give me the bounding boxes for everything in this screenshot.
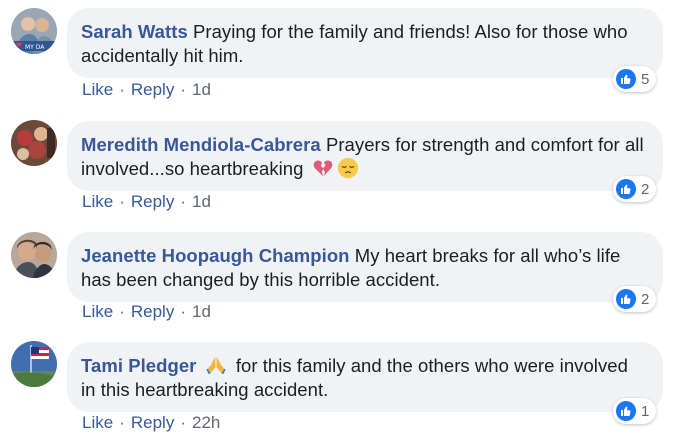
reaction-count: 1	[641, 402, 650, 420]
reaction-count: 2	[641, 180, 650, 198]
reply-link[interactable]: Reply	[131, 413, 174, 433]
comment-actions: Like · Reply · 1d	[82, 80, 211, 100]
comment-author[interactable]: Tami Pledger	[81, 355, 196, 376]
comment-author[interactable]: Sarah Watts	[81, 21, 188, 42]
comment-bubble: Jeanette Hoopaugh Champion My heart brea…	[67, 232, 663, 302]
avatar[interactable]	[11, 232, 57, 278]
like-link[interactable]: Like	[82, 302, 113, 322]
separator: ·	[119, 302, 125, 321]
timestamp[interactable]: 22h	[192, 413, 220, 433]
like-reaction-icon	[616, 69, 636, 89]
like-reaction-icon	[616, 179, 636, 199]
avatar-caption: MY DA	[25, 44, 45, 51]
reaction-count: 5	[641, 70, 650, 88]
separator: ·	[119, 413, 125, 432]
timestamp[interactable]: 1d	[192, 192, 211, 212]
reply-link[interactable]: Reply	[131, 80, 174, 100]
like-link[interactable]: Like	[82, 80, 113, 100]
broken-heart-icon	[312, 157, 334, 179]
like-link[interactable]: Like	[82, 413, 113, 433]
pensive-face-icon	[337, 157, 359, 179]
reaction-count: 2	[641, 290, 650, 308]
reply-link[interactable]: Reply	[131, 192, 174, 212]
reaction-summary[interactable]: 2	[613, 286, 657, 312]
reaction-summary[interactable]: 5	[613, 66, 657, 92]
reaction-summary[interactable]: 1	[613, 398, 657, 424]
comment-actions: Like · Reply · 1d	[82, 192, 211, 212]
separator: ·	[119, 80, 125, 99]
comment-bubble: Sarah Watts Praying for the family and f…	[67, 8, 663, 78]
avatar[interactable]: MY DA	[11, 8, 57, 54]
separator: ·	[180, 80, 186, 99]
separator: ·	[180, 192, 186, 211]
comment-author[interactable]: Meredith Mendiola-Cabrera	[81, 134, 321, 155]
avatar[interactable]	[11, 341, 57, 387]
reaction-summary[interactable]: 2	[613, 176, 657, 202]
timestamp[interactable]: 1d	[192, 80, 211, 100]
comment-bubble: Meredith Mendiola-Cabrera Prayers for st…	[67, 121, 663, 191]
timestamp[interactable]: 1d	[192, 302, 211, 322]
separator: ·	[180, 413, 186, 432]
comment-actions: Like · Reply · 1d	[82, 302, 211, 322]
comment-author[interactable]: Jeanette Hoopaugh Champion	[81, 245, 350, 266]
like-reaction-icon	[616, 401, 636, 421]
separator: ·	[119, 192, 125, 211]
avatar[interactable]	[11, 120, 57, 166]
comment-bubble: Tami Pledger for this family and the oth…	[67, 342, 663, 412]
like-link[interactable]: Like	[82, 192, 113, 212]
folded-hands-icon	[205, 354, 227, 376]
separator: ·	[180, 302, 186, 321]
comment-actions: Like · Reply · 22h	[82, 413, 220, 433]
like-reaction-icon	[616, 289, 636, 309]
reply-link[interactable]: Reply	[131, 302, 174, 322]
